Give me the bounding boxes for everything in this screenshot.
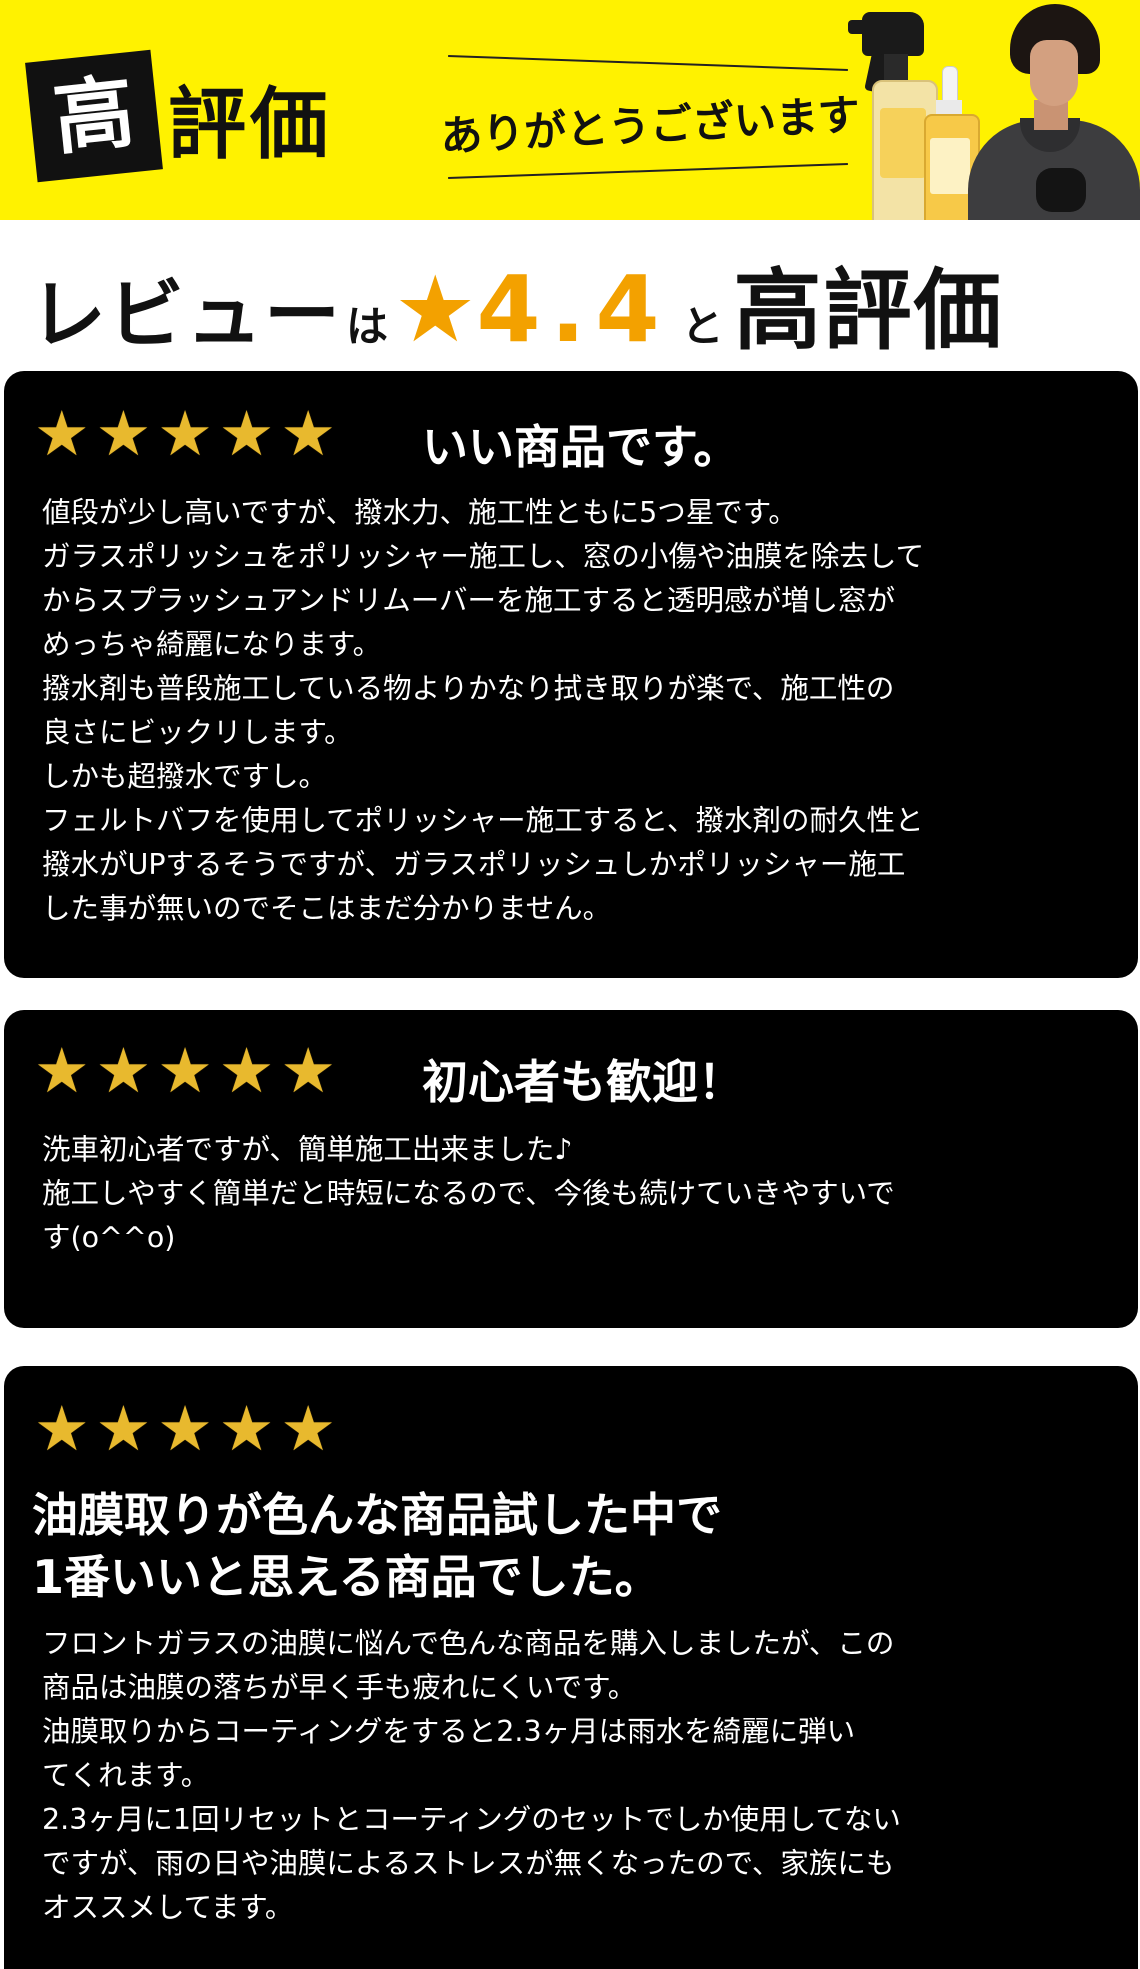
star-icon: ★ <box>394 256 477 363</box>
review-line: す(o^^o) <box>42 1221 176 1254</box>
review-line: フロントガラスの油膜に悩んで色んな商品を購入しましたが、この <box>42 1627 895 1660</box>
star-icon: ★ <box>34 397 90 470</box>
star-rating: ★ ★ ★ ★ ★ <box>34 403 336 465</box>
spray-head <box>862 12 924 56</box>
review-title-line: 1番いいと思える商品でした。 <box>32 1550 661 1604</box>
headline-review: レビュー <box>30 270 342 359</box>
review-card: ★ ★ ★ ★ ★ 油膜取りが色んな商品試した中で 1番いいと思える商品でした。… <box>4 1366 1138 1969</box>
review-line: しかも超撥水ですし。 <box>42 760 328 793</box>
star-icon: ★ <box>95 397 152 470</box>
review-line: ガラスポリッシュをポリッシャー施工し、窓の小傷や油膜を除去して <box>42 540 925 573</box>
review-line: 油膜取りからコーティングをすると2.3ヶ月は雨水を綺麗に弾い <box>42 1715 856 1748</box>
review-line: からスプラッシュアンドリムーバーを施工すると透明感が増し窓が <box>42 584 896 617</box>
star-icon: ★ <box>218 1392 275 1465</box>
rating-headline: レビュー は ★ 4.4 と 高評価 <box>30 240 1004 363</box>
review-line: フェルトバフを使用してポリッシャー施工すると、撥水剤の耐久性と <box>42 804 924 837</box>
review-card: ★ ★ ★ ★ ★ 初心者も歓迎！ 洗車初心者ですが、簡単施工出来ました♪ 施工… <box>4 1010 1138 1328</box>
star-icon: ★ <box>280 397 336 470</box>
review-line: 良さにビックリします。 <box>42 716 353 749</box>
review-line: 撥水がUPするそうですが、ガラスポリッシュしかポリッシャー施工 <box>42 848 906 881</box>
person-face <box>1030 40 1078 106</box>
small-bottle-label <box>930 138 970 194</box>
star-rating: ★ ★ ★ ★ ★ <box>34 1398 336 1460</box>
star-icon: ★ <box>95 1392 152 1465</box>
banner-title: 評価 <box>168 80 333 170</box>
review-line: オススメしてます。 <box>42 1891 294 1924</box>
review-card: ★ ★ ★ ★ ★ いい商品です。 値段が少し高いですが、撥水力、施工性ともに5… <box>4 371 1138 978</box>
review-line: めっちゃ綺麗になります。 <box>42 628 382 661</box>
spray-bottle-label <box>880 108 926 178</box>
review-body: 洗車初心者ですが、簡単施工出来ました♪ 施工しやすく簡単だと時短になるので、今後… <box>42 1128 1108 1260</box>
star-rating: ★ ★ ★ ★ ★ <box>34 1040 336 1102</box>
review-line: 施工しやすく簡単だと時短になるので、今後も続けていきやすいで <box>42 1177 895 1210</box>
review-title: 初心者も歓迎！ <box>422 1055 744 1109</box>
star-icon: ★ <box>95 1034 152 1107</box>
star-icon: ★ <box>218 397 275 470</box>
star-icon: ★ <box>34 1034 90 1107</box>
review-line: 値段が少し高いですが、撥水力、施工性ともに5つ星です。 <box>42 496 797 529</box>
star-icon: ★ <box>34 1392 90 1465</box>
review-line: した事が無いのでそこはまだ分かりません。 <box>42 892 612 925</box>
star-icon: ★ <box>157 397 213 470</box>
person-glove <box>1036 168 1086 212</box>
thanks-message: ありがとうございます <box>439 90 862 161</box>
thanks-divider-bottom <box>448 163 848 179</box>
star-icon: ★ <box>218 1034 275 1107</box>
review-title: 油膜取りが色んな商品試した中で 1番いいと思える商品でした。 <box>32 1484 722 1608</box>
star-icon: ★ <box>280 1392 336 1465</box>
small-bottle-cap <box>942 66 958 104</box>
thanks-divider-top <box>448 55 848 71</box>
review-line: 2.3ヶ月に1回リセットとコーティングのセットでしか使用してない <box>42 1803 901 1836</box>
header-banner: 高 評価 ありがとうございます <box>0 0 1140 220</box>
review-body: フロントガラスの油膜に悩んで色んな商品を購入しましたが、この 商品は油膜の落ちが… <box>42 1622 1108 1930</box>
rating-value: 4.4 <box>476 256 670 363</box>
headline-particle-wa: は <box>346 302 389 351</box>
star-icon: ★ <box>157 1034 213 1107</box>
review-line: ですが、雨の日や油膜によるストレスが無くなったので、家族にも <box>42 1847 895 1880</box>
star-icon: ★ <box>157 1392 213 1465</box>
star-icon: ★ <box>280 1034 336 1107</box>
review-line: 商品は油膜の落ちが早く手も疲れにくいです。 <box>42 1671 637 1704</box>
review-body: 値段が少し高いですが、撥水力、施工性ともに5つ星です。 ガラスポリッシュをポリッ… <box>42 491 1108 931</box>
headline-particle-to: と <box>681 302 724 351</box>
headline-high-rating: 高評価 <box>733 259 1004 362</box>
review-line: 撥水剤も普段施工している物よりかなり拭き取りが楽で、施工性の <box>42 672 895 705</box>
review-line: 洗車初心者ですが、簡単施工出来ました♪ <box>42 1133 573 1166</box>
review-title-line: 油膜取りが色んな商品試した中で <box>32 1488 722 1542</box>
high-rating-badge: 高 <box>25 49 163 183</box>
review-line: てくれます。 <box>42 1759 210 1792</box>
review-title: いい商品です。 <box>422 420 740 474</box>
